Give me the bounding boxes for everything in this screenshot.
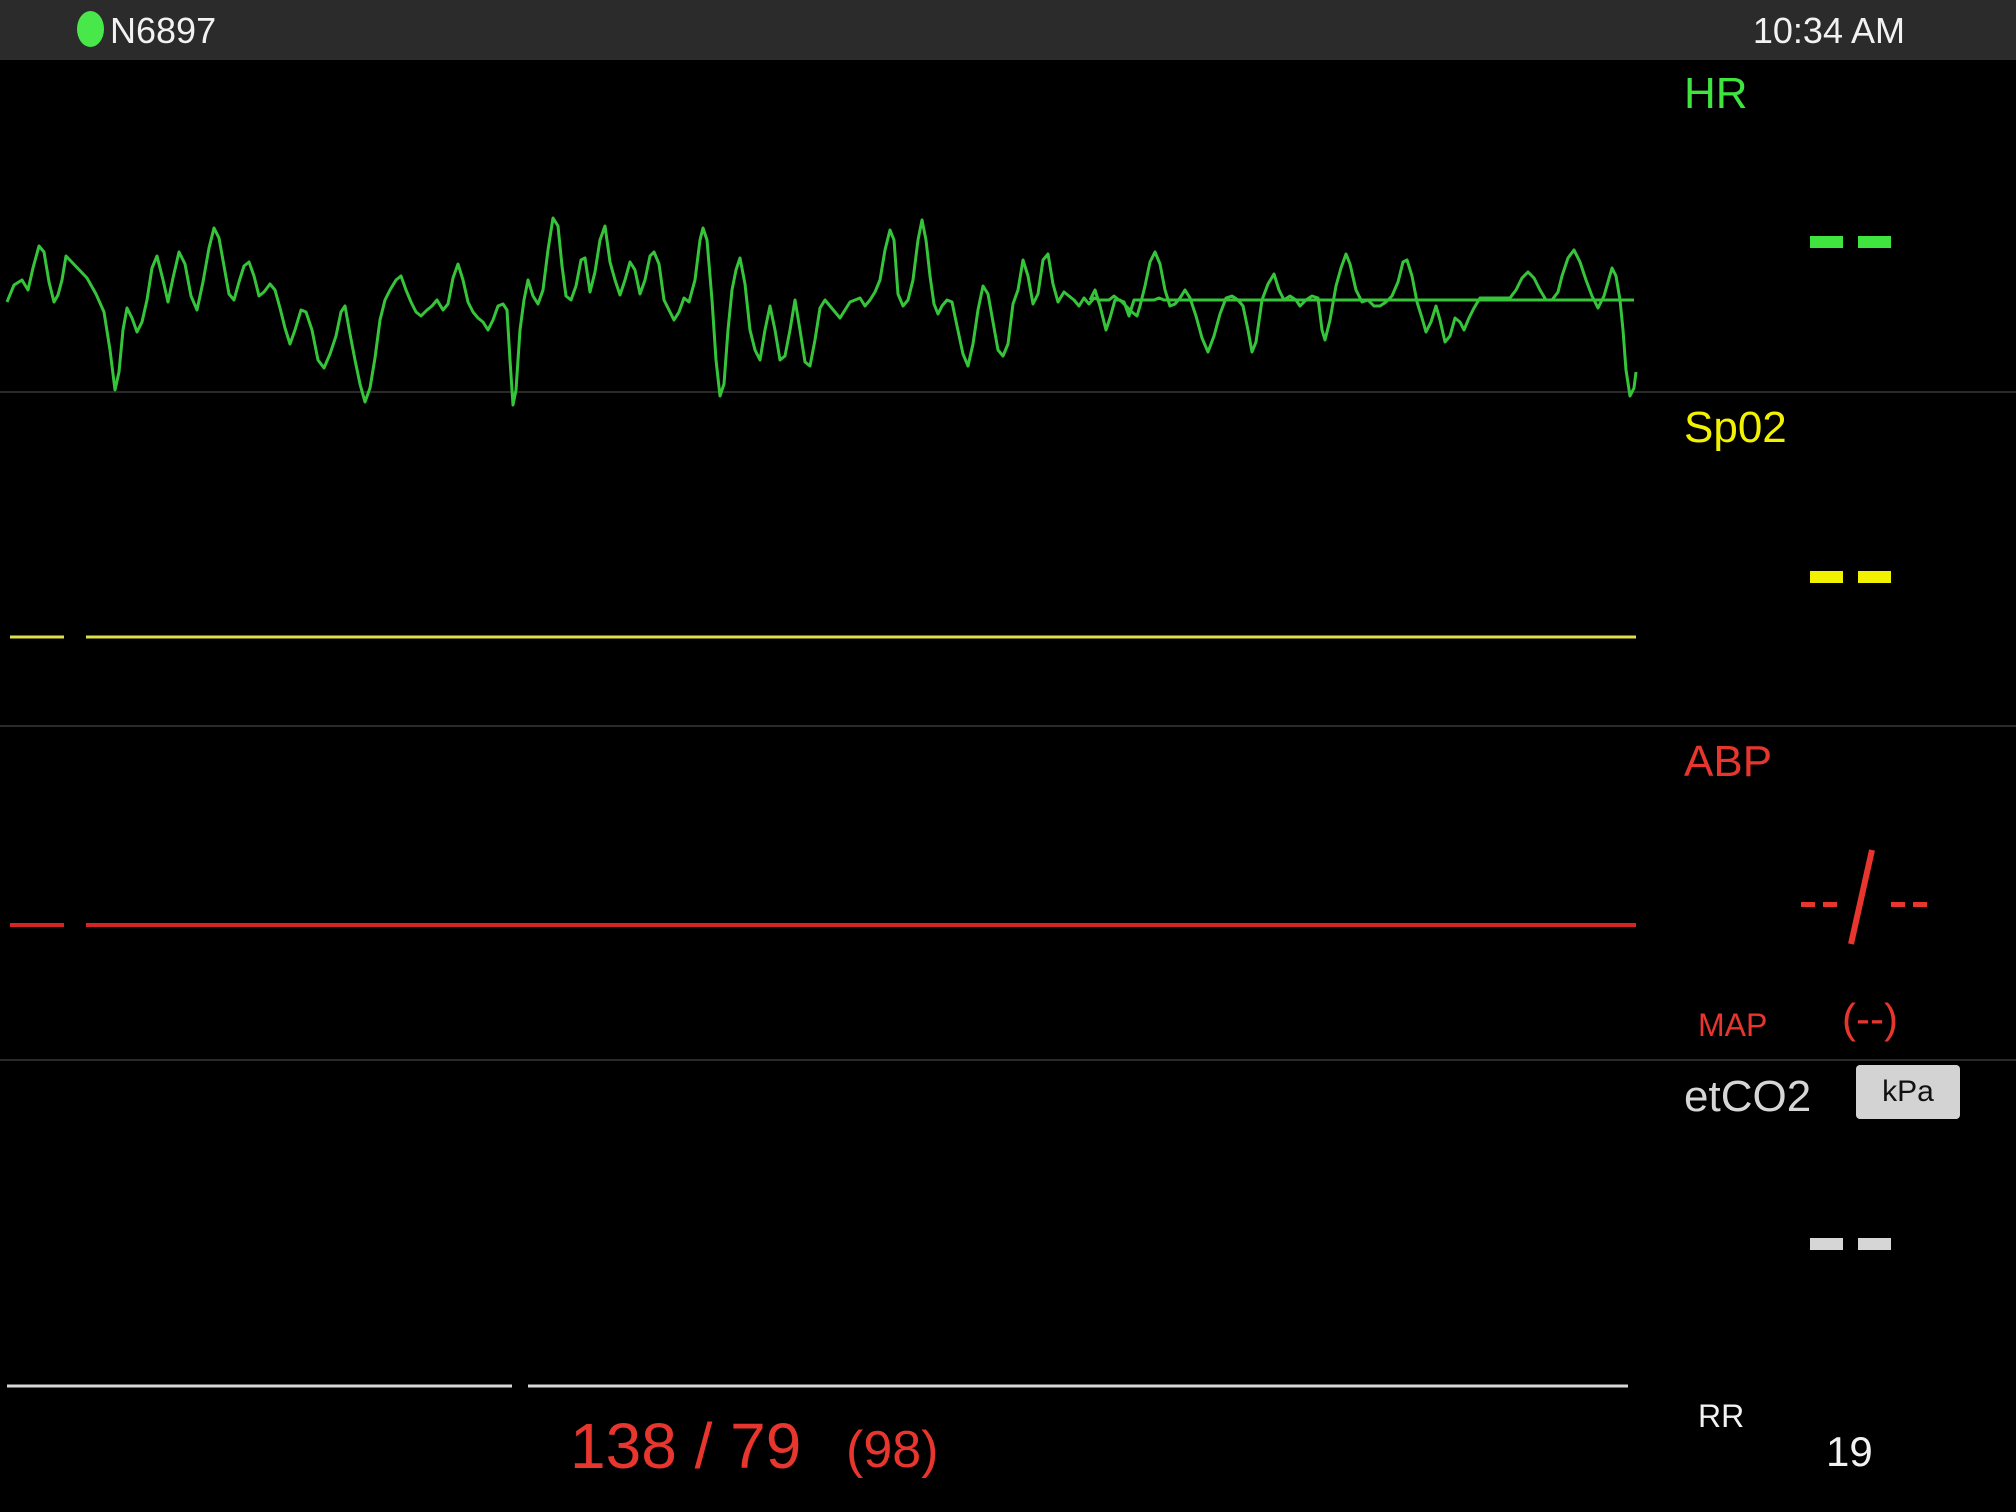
rr-value: 19 xyxy=(1826,1428,1873,1475)
abp-value xyxy=(1801,849,1927,945)
etco2-value xyxy=(1810,1238,1891,1250)
etco2-label: etCO2 xyxy=(1684,1072,1812,1121)
hr-waveform xyxy=(5,216,1634,407)
map-label: MAP xyxy=(1698,1007,1768,1043)
spo2-value xyxy=(1810,571,1891,583)
map-value: (--) xyxy=(1842,995,1898,1042)
rr-label: RR xyxy=(1698,1398,1745,1434)
bp-readout-map: (98) xyxy=(846,1421,939,1479)
hr-value xyxy=(1810,236,1891,248)
spo2-label: Sp02 xyxy=(1684,403,1787,452)
hr-waveform-tail xyxy=(1088,248,1638,398)
abp-label: ABP xyxy=(1684,737,1773,786)
bp-readout-value: 138 / 79 xyxy=(570,1410,802,1482)
unit-toggle-button[interactable]: kPa xyxy=(1856,1065,1960,1119)
hr-label: HR xyxy=(1684,69,1748,118)
